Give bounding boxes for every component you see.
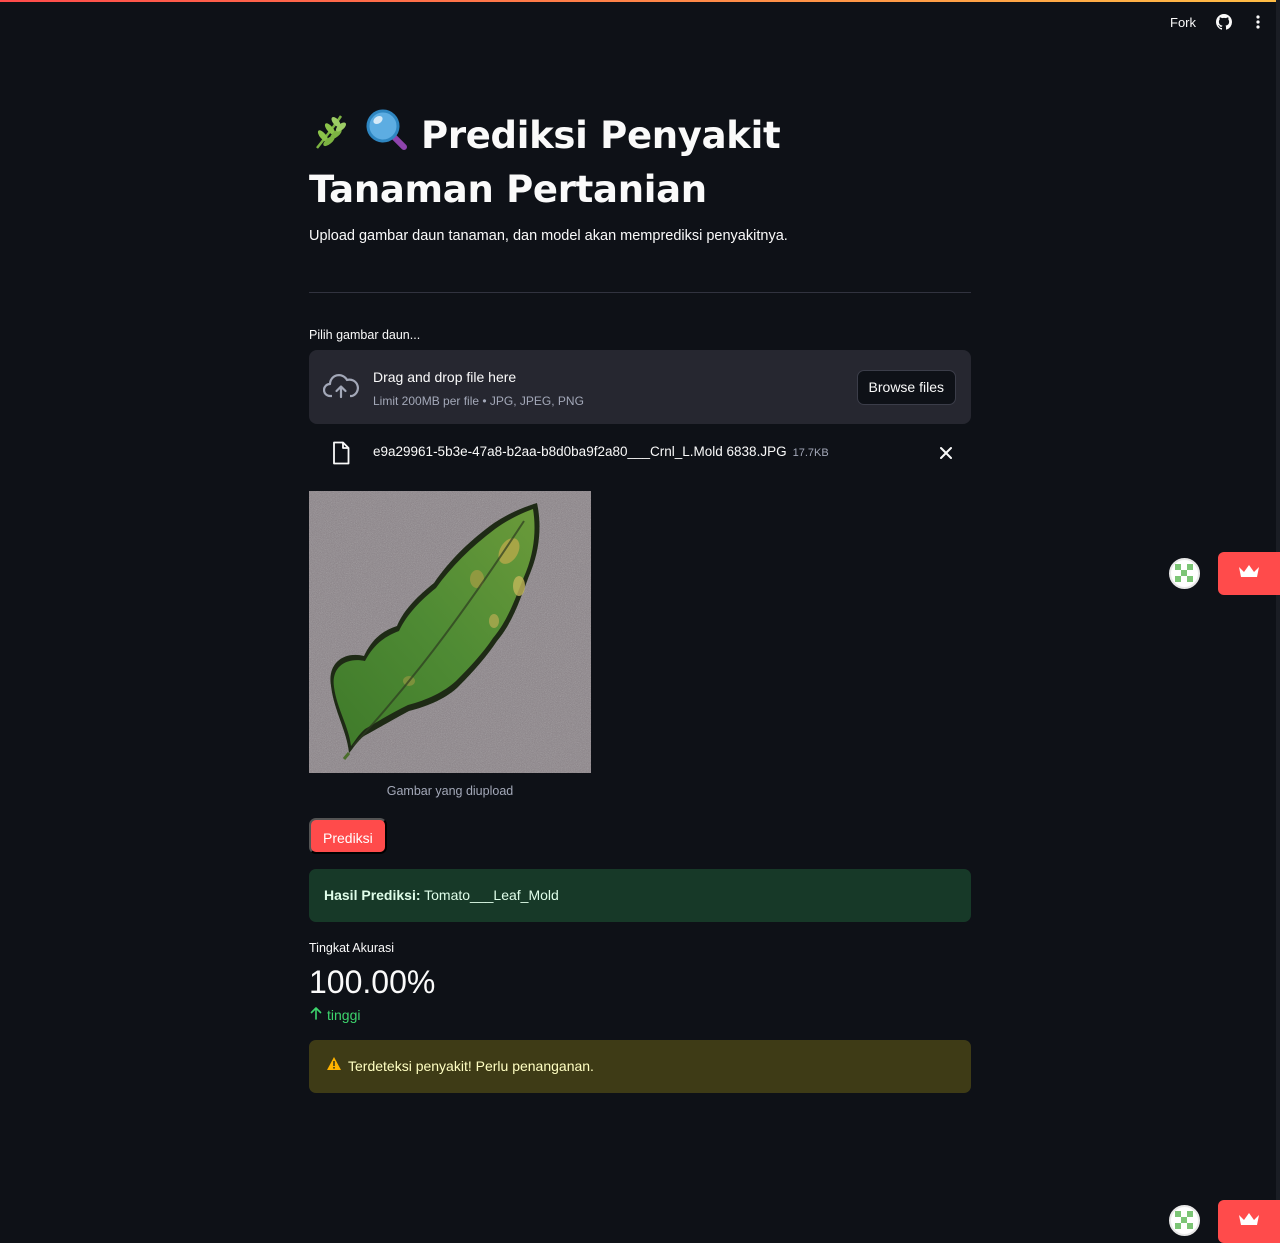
cloud-upload-icon [322, 372, 359, 402]
avatar[interactable] [1169, 1205, 1200, 1236]
magnifier-icon [365, 108, 409, 165]
divider [309, 292, 971, 293]
dropzone-instructions: Drag and drop file here [373, 369, 517, 385]
metric-delta: tinggi [309, 1006, 360, 1023]
github-icon[interactable] [1214, 12, 1234, 32]
metric-delta-text: tinggi [327, 1006, 361, 1023]
arrow-up-icon [309, 1006, 323, 1023]
warning-text: Terdeteksi penyakit! Perlu penanganan. [348, 1058, 594, 1074]
prediction-result-alert: Hasil Prediksi: Tomato___Leaf_Mold [309, 869, 971, 922]
image-caption: Gambar yang diupload [386, 784, 514, 798]
file-name: e9a29961-5b3e-47a8-b2aa-b8d0ba9f2a80___C… [373, 444, 829, 459]
file-size: 17.7KB [792, 447, 829, 459]
streamlit-crown-button[interactable] [1218, 552, 1280, 595]
page-title-block: Prediksi Penyakit Tanaman Pertanian [309, 108, 971, 215]
warning-alert: Terdeteksi penyakit! Perlu penanganan. [309, 1040, 971, 1093]
result-value: Tomato___Leaf_Mold [424, 887, 559, 903]
crown-icon [1237, 1211, 1261, 1232]
metric-value: 100.00% [309, 964, 436, 1000]
uploaded-leaf-image [309, 491, 591, 773]
close-icon[interactable] [939, 443, 953, 463]
warning-icon [326, 1040, 342, 1093]
herb-icon [309, 112, 353, 165]
streamlit-crown-button[interactable] [1218, 1200, 1280, 1243]
page-subtitle: Upload gambar daun tanaman, dan model ak… [309, 228, 788, 244]
scrollbar[interactable] [1276, 0, 1280, 1243]
file-dropzone[interactable]: Drag and drop file here Limit 200MB per … [309, 350, 971, 424]
result-label: Hasil Prediksi: [324, 887, 421, 903]
avatar[interactable] [1169, 558, 1200, 589]
file-name-text: e9a29961-5b3e-47a8-b2aa-b8d0ba9f2a80___C… [373, 444, 787, 459]
kebab-menu-icon[interactable] [1248, 12, 1268, 32]
crown-icon [1237, 563, 1261, 584]
metric-label: Tingkat Akurasi [309, 941, 394, 955]
predict-button[interactable]: Prediksi [309, 818, 387, 854]
uploader-label: Pilih gambar daun... [309, 328, 421, 342]
dropzone-limit: Limit 200MB per file • JPG, JPEG, PNG [373, 394, 584, 408]
browse-files-button[interactable]: Browse files [856, 370, 956, 405]
file-icon [331, 441, 351, 465]
top-decoration-bar [0, 0, 1280, 2]
uploaded-file-row: e9a29961-5b3e-47a8-b2aa-b8d0ba9f2a80___C… [309, 440, 971, 466]
header-toolbar: Fork [1170, 12, 1268, 32]
fork-button[interactable]: Fork [1170, 15, 1200, 30]
